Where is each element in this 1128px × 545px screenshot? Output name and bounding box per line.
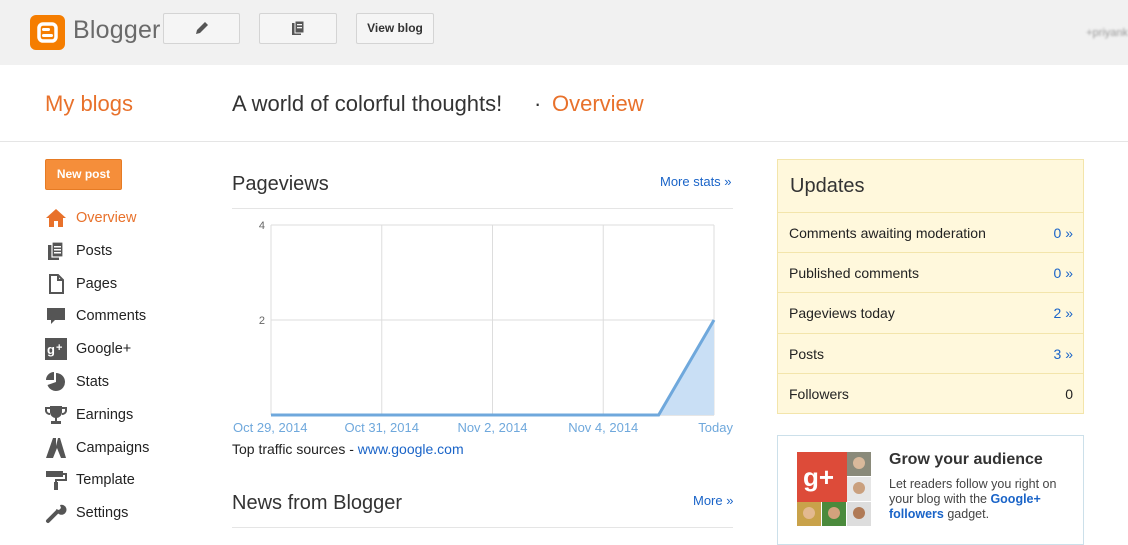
section-divider [232,208,733,209]
updates-row-label: Comments awaiting moderation [789,225,986,241]
updates-row-comments-awaiting: Comments awaiting moderation 0 » [778,212,1083,252]
blog-title: A world of colorful thoughts! [232,91,503,116]
pencil-icon [195,21,208,34]
updates-row-label: Pageviews today [789,305,895,321]
posts-list-button[interactable] [259,13,337,44]
sidebar-item-pages[interactable]: Pages [45,268,185,301]
posts-icon [48,241,64,260]
traffic-sources: Top traffic sources - www.google.com [232,441,464,457]
svg-text:g: g [47,342,55,357]
updates-row-value-link[interactable]: 0 » [1054,225,1073,241]
sidebar-item-earnings[interactable]: Earnings [45,399,185,432]
pageviews-chart: 2 4 Oct 29, 2014 Oct 31, 2014 Nov 2, 2014 Nov… [233,220,733,435]
sidebar-item-label: Overview [76,210,137,226]
section-divider [232,527,733,528]
updates-row-value: 0 [1065,386,1073,402]
updates-row-value-link[interactable]: 2 » [1054,305,1073,321]
trophy-icon [45,405,67,424]
x-tick-label: Nov 4, 2014 [568,420,638,435]
grow-text-part: gadget. [943,507,990,521]
page-title: Overview [552,91,644,116]
grow-audience-title: Grow your audience [889,451,1043,468]
traffic-source-link[interactable]: www.google.com [358,441,464,457]
followers-faces-image: g+ [797,452,871,526]
sidebar-item-label: Comments [76,308,147,325]
comment-icon [47,308,65,325]
sidebar-item-label: Posts [76,242,113,259]
updates-row-pageviews-today: Pageviews today 2 » [778,292,1083,332]
updates-row-posts: Posts 3 » [778,333,1083,373]
more-news-link[interactable]: More » [693,493,733,508]
updates-row-value-link[interactable]: 3 » [1054,346,1073,362]
page-icon [49,273,64,294]
updates-title: Updates [790,175,865,197]
wrench-icon [46,504,67,524]
y-tick-label: 2 [259,315,265,327]
grow-audience-card: g+ Grow your audience Let readers follow… [777,435,1084,545]
paint-roller-icon [46,471,67,491]
sidebar-item-google-plus[interactable]: g + Google+ [45,333,185,366]
home-icon [46,209,66,227]
blogger-logo-icon[interactable] [30,15,65,50]
x-tick-label: Oct 29, 2014 [233,420,307,435]
sidebar-item-posts[interactable]: Posts [45,235,185,268]
sidebar-item-overview[interactable]: Overview [45,202,185,235]
title-separator: · [534,91,542,116]
more-stats-link[interactable]: More stats » [660,174,732,189]
sidebar-item-label: Settings [76,505,129,522]
x-tick-label: Oct 31, 2014 [345,420,419,435]
google-plus-icon: g + [45,338,67,361]
sidebar-item-campaigns[interactable]: Campaigns [45,432,185,465]
updates-row-label: Followers [789,386,849,402]
updates-row-label: Published comments [789,265,919,281]
pageviews-title: Pageviews [232,173,329,195]
updates-row-followers: Followers 0 [778,373,1083,413]
svg-text:g+: g+ [803,462,834,492]
sidebar-item-stats[interactable]: Stats [45,366,185,399]
news-title: News from Blogger [232,492,403,514]
sidebar-item-label: Earnings [76,406,134,423]
top-bar: Blogger View blog +priyank [0,0,1128,65]
sidebar-item-label: Template [76,472,135,489]
app-name[interactable]: Blogger [73,16,161,45]
sidebar-item-template[interactable]: Template [45,464,185,497]
view-blog-button[interactable]: View blog [356,13,434,44]
grow-audience-text: Let readers follow you right on your blo… [889,477,1074,522]
sidebar-item-settings[interactable]: Settings [45,497,185,530]
sidebar-item-label: Google+ [76,341,132,358]
my-blogs-link[interactable]: My blogs [45,91,133,117]
traffic-label: Top traffic sources - [232,441,354,457]
header-row: My blogs A world of colorful thoughts! ·… [0,65,1128,142]
updates-panel: Updates Comments awaiting moderation 0 »… [777,159,1084,414]
pie-chart-icon [46,371,65,391]
sidebar-item-label: Pages [76,275,118,292]
sidebar-item-label: Campaigns [76,439,150,456]
campaign-icon [46,437,66,458]
x-tick-label: Today [698,420,733,435]
sidebar-nav: Overview Posts Pages Comments g + Google… [45,202,185,530]
x-tick-label: Nov 2, 2014 [457,420,527,435]
sidebar-item-label: Stats [76,373,110,390]
new-post-button[interactable]: New post [45,159,122,190]
updates-row-published-comments: Published comments 0 » [778,252,1083,292]
new-post-pencil-button[interactable] [163,13,240,44]
user-account-name[interactable]: +priyank [1086,27,1128,39]
y-tick-label: 4 [259,220,265,232]
posts-icon [292,20,305,35]
svg-text:+: + [56,342,62,354]
updates-row-label: Posts [789,346,825,362]
sidebar-item-comments[interactable]: Comments [45,300,185,333]
updates-row-value-link[interactable]: 0 » [1054,265,1073,281]
